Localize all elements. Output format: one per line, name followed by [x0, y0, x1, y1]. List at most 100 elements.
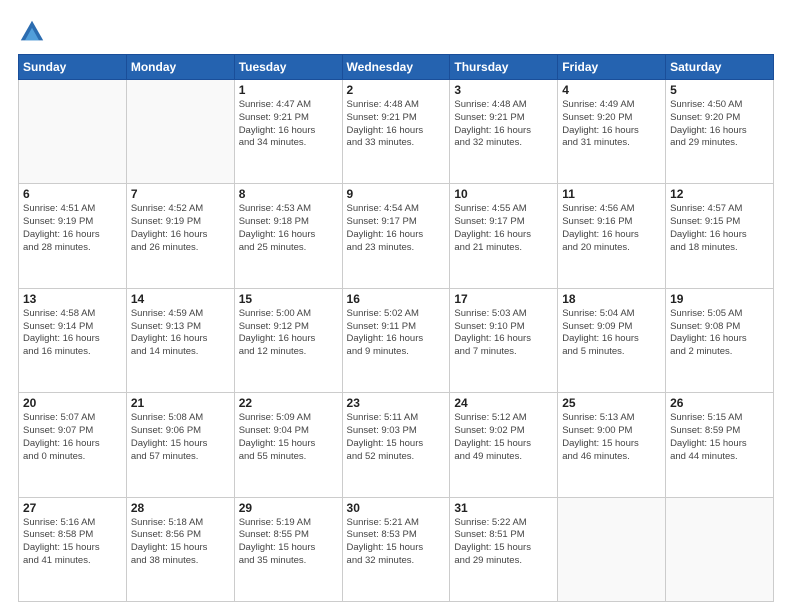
day-number: 3: [454, 83, 553, 97]
calendar-cell: 9 Sunrise: 4:54 AM Sunset: 9:17 PM Daylig…: [342, 184, 450, 288]
weekday-header-thursday: Thursday: [450, 55, 558, 80]
calendar-cell: 23 Sunrise: 5:11 AM Sunset: 9:03 PM Dayli…: [342, 393, 450, 497]
day-detail: Sunrise: 5:22 AM Sunset: 8:51 PM Dayligh…: [454, 517, 553, 568]
day-detail: Sunrise: 5:16 AM Sunset: 8:58 PM Dayligh…: [23, 517, 122, 568]
day-detail: Sunrise: 4:54 AM Sunset: 9:17 PM Dayligh…: [347, 203, 446, 254]
day-number: 23: [347, 396, 446, 410]
calendar-cell: 24Sunrise: 5:12 AM Sunset: 9:02 PM Dayli…: [450, 393, 558, 497]
day-detail: Sunrise: 4:48 AM Sunset: 9:21 PM Dayligh…: [347, 99, 446, 150]
day-number: 26: [670, 396, 769, 410]
day-detail: Sunrise: 4:51 AM Sunset: 9:19 PM Dayligh…: [23, 203, 122, 254]
calendar-cell: 10 Sunrise: 4:55 AM Sunset: 9:17 PM Dayli…: [450, 184, 558, 288]
calendar-cell: 14Sunrise: 4:59 AM Sunset: 9:13 PM Dayli…: [126, 288, 234, 392]
day-number: 15: [239, 292, 338, 306]
calendar-cell: 28 Sunrise: 5:18 AM Sunset: 8:56 PM Dayli…: [126, 497, 234, 601]
day-detail: Sunrise: 4:48 AM Sunset: 9:21 PM Dayligh…: [454, 99, 553, 150]
day-number: 21: [131, 396, 230, 410]
calendar-week-row: 20 Sunrise: 5:07 AM Sunset: 9:07 PM Dayli…: [19, 393, 774, 497]
day-detail: Sunrise: 4:52 AM Sunset: 9:19 PM Dayligh…: [131, 203, 230, 254]
day-detail: Sunrise: 5:02 AM Sunset: 9:11 PM Dayligh…: [347, 308, 446, 359]
day-detail: Sunrise: 4:55 AM Sunset: 9:17 PM Dayligh…: [454, 203, 553, 254]
day-number: 9: [347, 187, 446, 201]
calendar-week-row: 1 Sunrise: 4:47 AM Sunset: 9:21 PM Daylig…: [19, 80, 774, 184]
day-number: 17: [454, 292, 553, 306]
day-number: 22: [239, 396, 338, 410]
calendar-week-row: 27Sunrise: 5:16 AM Sunset: 8:58 PM Dayli…: [19, 497, 774, 601]
day-detail: Sunrise: 4:47 AM Sunset: 9:21 PM Dayligh…: [239, 99, 338, 150]
day-number: 12: [670, 187, 769, 201]
calendar-cell: [19, 80, 127, 184]
calendar-cell: 1 Sunrise: 4:47 AM Sunset: 9:21 PM Daylig…: [234, 80, 342, 184]
weekday-header-saturday: Saturday: [666, 55, 774, 80]
calendar-cell: 13 Sunrise: 4:58 AM Sunset: 9:14 PM Dayli…: [19, 288, 127, 392]
day-detail: Sunrise: 5:15 AM Sunset: 8:59 PM Dayligh…: [670, 412, 769, 463]
calendar-cell: 8 Sunrise: 4:53 AM Sunset: 9:18 PM Daylig…: [234, 184, 342, 288]
day-detail: Sunrise: 5:09 AM Sunset: 9:04 PM Dayligh…: [239, 412, 338, 463]
day-detail: Sunrise: 4:59 AM Sunset: 9:13 PM Dayligh…: [131, 308, 230, 359]
day-detail: Sunrise: 5:08 AM Sunset: 9:06 PM Dayligh…: [131, 412, 230, 463]
day-number: 1: [239, 83, 338, 97]
day-number: 19: [670, 292, 769, 306]
calendar-cell: 12 Sunrise: 4:57 AM Sunset: 9:15 PM Dayli…: [666, 184, 774, 288]
day-detail: Sunrise: 4:50 AM Sunset: 9:20 PM Dayligh…: [670, 99, 769, 150]
day-detail: Sunrise: 5:03 AM Sunset: 9:10 PM Dayligh…: [454, 308, 553, 359]
page: SundayMondayTuesdayWednesdayThursdayFrid…: [0, 0, 792, 612]
day-number: 13: [23, 292, 122, 306]
day-detail: Sunrise: 4:57 AM Sunset: 9:15 PM Dayligh…: [670, 203, 769, 254]
day-number: 16: [347, 292, 446, 306]
day-detail: Sunrise: 4:56 AM Sunset: 9:16 PM Dayligh…: [562, 203, 661, 254]
day-detail: Sunrise: 5:12 AM Sunset: 9:02 PM Dayligh…: [454, 412, 553, 463]
day-detail: Sunrise: 4:53 AM Sunset: 9:18 PM Dayligh…: [239, 203, 338, 254]
header: [18, 18, 774, 46]
day-number: 18: [562, 292, 661, 306]
day-detail: Sunrise: 5:11 AM Sunset: 9:03 PM Dayligh…: [347, 412, 446, 463]
day-number: 20: [23, 396, 122, 410]
weekday-header-tuesday: Tuesday: [234, 55, 342, 80]
day-number: 30: [347, 501, 446, 515]
calendar-week-row: 6 Sunrise: 4:51 AM Sunset: 9:19 PM Daylig…: [19, 184, 774, 288]
calendar-cell: [666, 497, 774, 601]
calendar-cell: 17 Sunrise: 5:03 AM Sunset: 9:10 PM Dayli…: [450, 288, 558, 392]
day-number: 7: [131, 187, 230, 201]
calendar-cell: 18 Sunrise: 5:04 AM Sunset: 9:09 PM Dayli…: [558, 288, 666, 392]
day-detail: Sunrise: 5:05 AM Sunset: 9:08 PM Dayligh…: [670, 308, 769, 359]
day-detail: Sunrise: 5:07 AM Sunset: 9:07 PM Dayligh…: [23, 412, 122, 463]
day-number: 31: [454, 501, 553, 515]
logo: [18, 18, 50, 46]
calendar-cell: 20 Sunrise: 5:07 AM Sunset: 9:07 PM Dayli…: [19, 393, 127, 497]
calendar-table: SundayMondayTuesdayWednesdayThursdayFrid…: [18, 54, 774, 602]
calendar-cell: 29Sunrise: 5:19 AM Sunset: 8:55 PM Dayli…: [234, 497, 342, 601]
calendar-cell: 15Sunrise: 5:00 AM Sunset: 9:12 PM Dayli…: [234, 288, 342, 392]
calendar-cell: 31 Sunrise: 5:22 AM Sunset: 8:51 PM Dayli…: [450, 497, 558, 601]
day-detail: Sunrise: 5:18 AM Sunset: 8:56 PM Dayligh…: [131, 517, 230, 568]
day-number: 6: [23, 187, 122, 201]
calendar-cell: [126, 80, 234, 184]
day-number: 10: [454, 187, 553, 201]
day-detail: Sunrise: 5:21 AM Sunset: 8:53 PM Dayligh…: [347, 517, 446, 568]
day-number: 8: [239, 187, 338, 201]
weekday-header-monday: Monday: [126, 55, 234, 80]
calendar-cell: 4Sunrise: 4:49 AM Sunset: 9:20 PM Daylig…: [558, 80, 666, 184]
calendar-cell: 25Sunrise: 5:13 AM Sunset: 9:00 PM Dayli…: [558, 393, 666, 497]
calendar-cell: 27Sunrise: 5:16 AM Sunset: 8:58 PM Dayli…: [19, 497, 127, 601]
weekday-header-sunday: Sunday: [19, 55, 127, 80]
day-detail: Sunrise: 5:04 AM Sunset: 9:09 PM Dayligh…: [562, 308, 661, 359]
calendar-cell: 6 Sunrise: 4:51 AM Sunset: 9:19 PM Daylig…: [19, 184, 127, 288]
calendar-cell: 26 Sunrise: 5:15 AM Sunset: 8:59 PM Dayli…: [666, 393, 774, 497]
calendar-week-row: 13 Sunrise: 4:58 AM Sunset: 9:14 PM Dayli…: [19, 288, 774, 392]
calendar-cell: [558, 497, 666, 601]
day-number: 29: [239, 501, 338, 515]
day-detail: Sunrise: 5:13 AM Sunset: 9:00 PM Dayligh…: [562, 412, 661, 463]
calendar-cell: 3 Sunrise: 4:48 AM Sunset: 9:21 PM Daylig…: [450, 80, 558, 184]
day-number: 11: [562, 187, 661, 201]
calendar-header-row: SundayMondayTuesdayWednesdayThursdayFrid…: [19, 55, 774, 80]
calendar-cell: 5 Sunrise: 4:50 AM Sunset: 9:20 PM Daylig…: [666, 80, 774, 184]
calendar-cell: 22 Sunrise: 5:09 AM Sunset: 9:04 PM Dayli…: [234, 393, 342, 497]
day-detail: Sunrise: 4:58 AM Sunset: 9:14 PM Dayligh…: [23, 308, 122, 359]
day-number: 5: [670, 83, 769, 97]
day-number: 28: [131, 501, 230, 515]
calendar-cell: 11 Sunrise: 4:56 AM Sunset: 9:16 PM Dayli…: [558, 184, 666, 288]
calendar-cell: 19 Sunrise: 5:05 AM Sunset: 9:08 PM Dayli…: [666, 288, 774, 392]
calendar-cell: 7 Sunrise: 4:52 AM Sunset: 9:19 PM Daylig…: [126, 184, 234, 288]
weekday-header-friday: Friday: [558, 55, 666, 80]
